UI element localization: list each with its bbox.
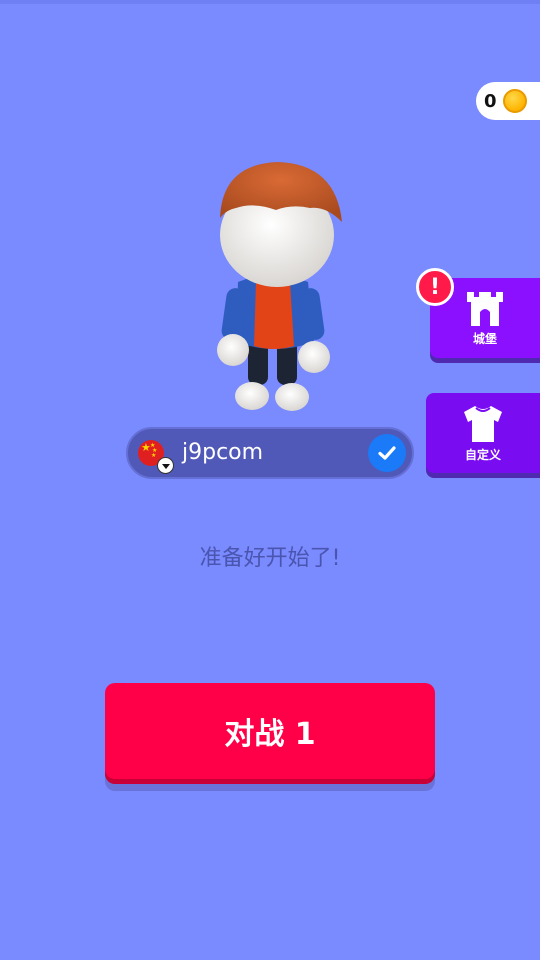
castle-label: 城堡: [472, 331, 497, 346]
left-shoe: [235, 382, 269, 410]
shirt: [254, 282, 294, 349]
chevron-down-icon: [157, 457, 174, 474]
coin-count: 0: [484, 90, 497, 112]
left-hand: [217, 334, 249, 366]
customize-button[interactable]: 自定义: [426, 393, 540, 473]
customize-label: 自定义: [464, 447, 501, 462]
checkmark-icon: [378, 446, 396, 460]
coin-icon: [502, 89, 527, 113]
castle-icon: [467, 291, 503, 326]
player-name[interactable]: j9pcom: [182, 440, 263, 465]
right-shoe: [275, 383, 309, 411]
player-character[interactable]: [200, 150, 350, 420]
coin-counter: 0: [476, 82, 540, 120]
confirm-name-button[interactable]: [368, 434, 406, 472]
battle-button[interactable]: 对战 1: [105, 683, 435, 779]
shirt-icon: [464, 405, 502, 442]
alert-icon: !: [416, 268, 454, 306]
country-selector[interactable]: ★ ★ ★ ★: [138, 440, 174, 474]
ready-status-text: 准备好开始了!: [199, 546, 341, 571]
player-name-bar: ★ ★ ★ ★ j9pcom: [126, 427, 414, 479]
right-hand: [298, 341, 330, 373]
top-edge: [0, 0, 540, 4]
